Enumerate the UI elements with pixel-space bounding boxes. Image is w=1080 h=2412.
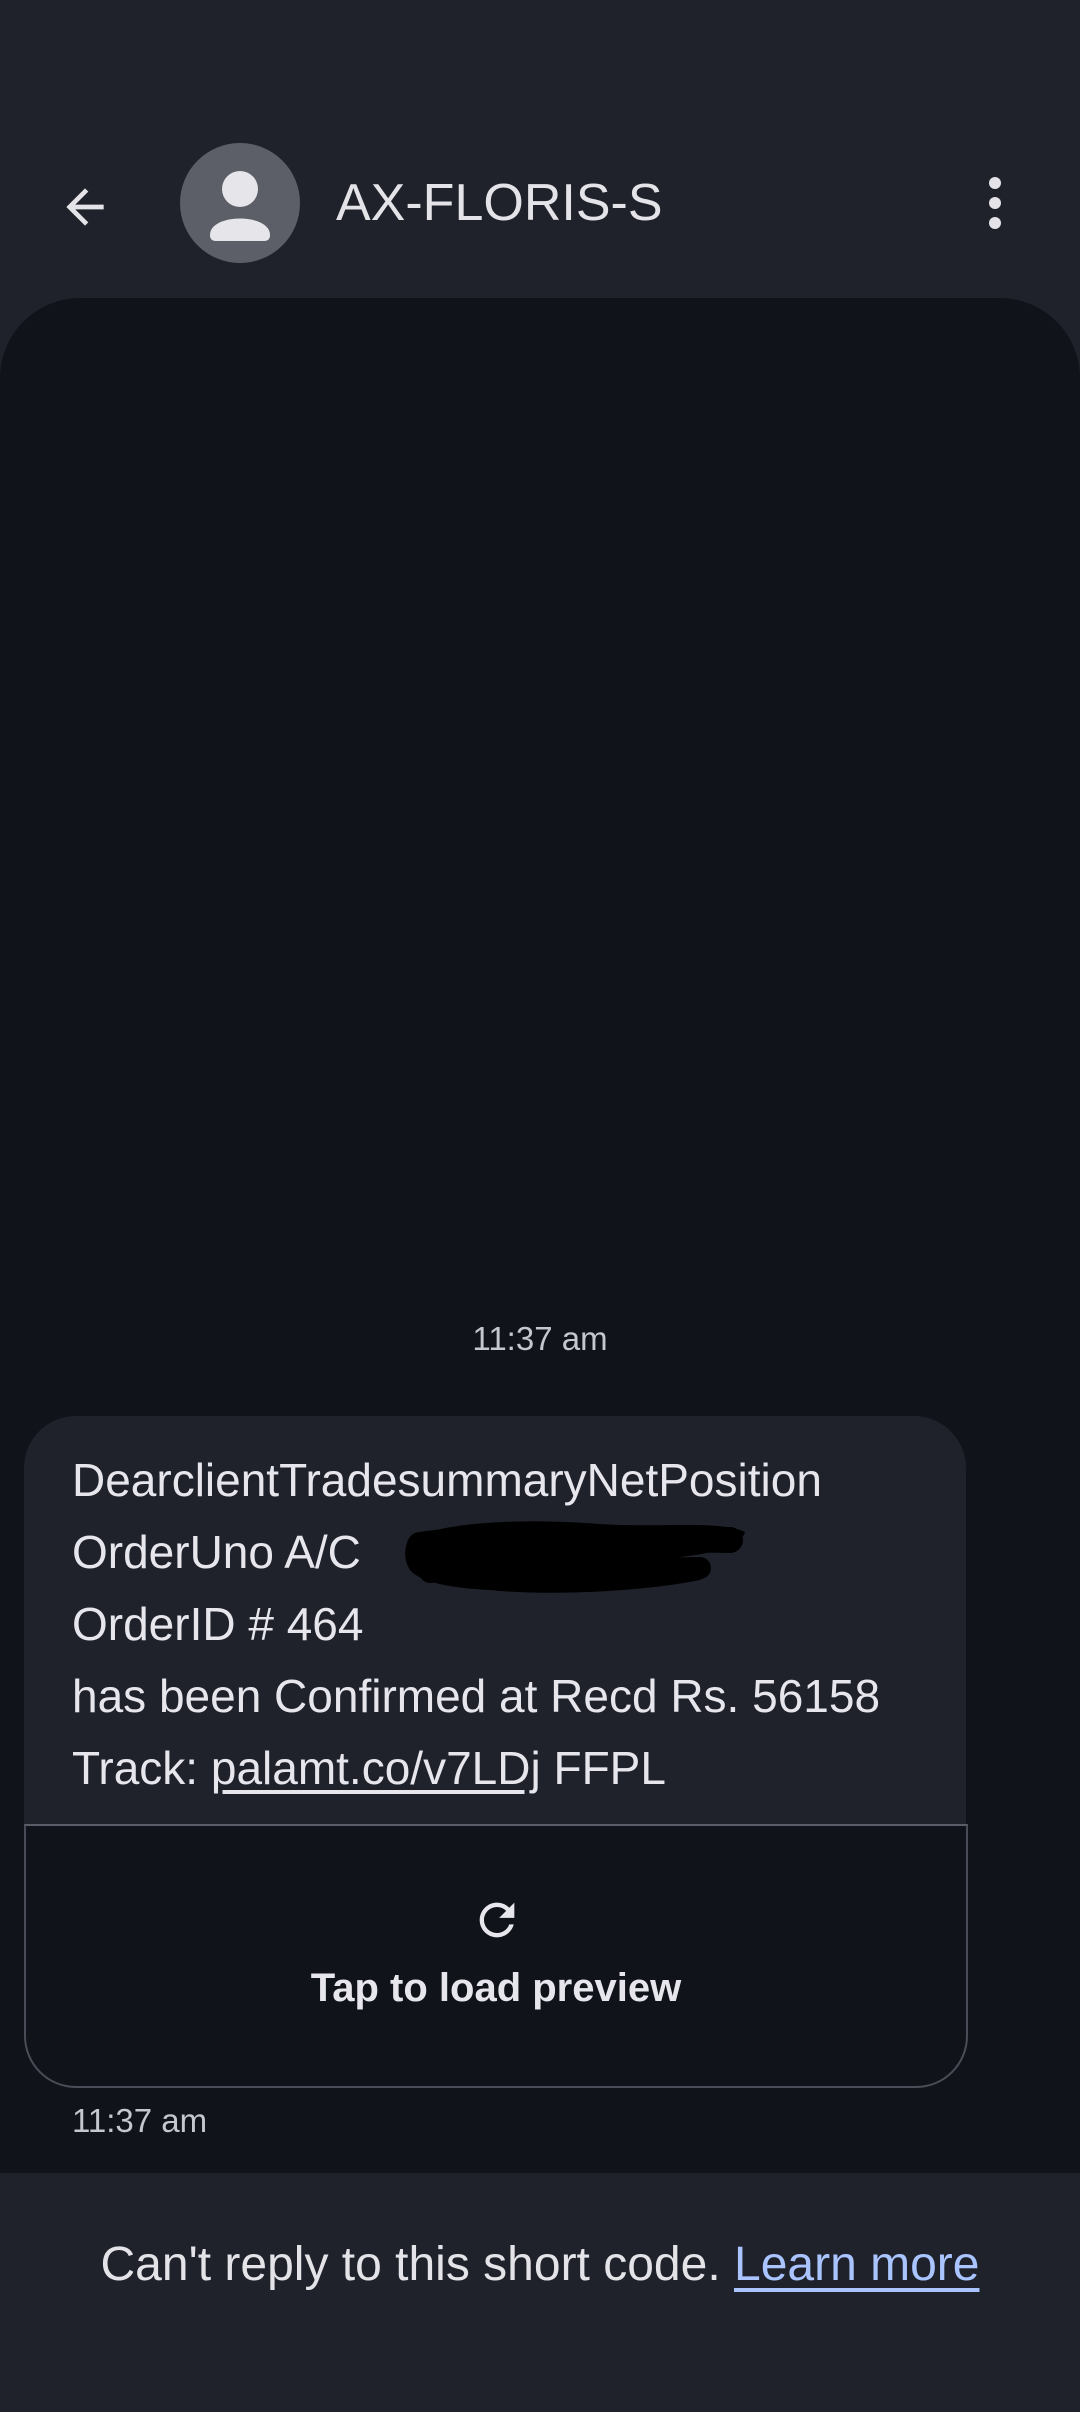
contact-name[interactable]: AX-FLORIS-S xyxy=(336,168,663,238)
message-line-4: has been Confirmed at Recd Rs. 56158 xyxy=(72,1670,881,1722)
message-line-1: DearclientTradesummaryNetPosition xyxy=(72,1454,822,1506)
reply-footer: Can't reply to this short code. Learn mo… xyxy=(0,2173,1080,2412)
message-timestamp: 11:37 am xyxy=(72,2102,208,2139)
messaging-screen: AX-FLORIS-S 11:37 am DearclientTradesumm… xyxy=(0,0,1080,2412)
redaction-scribble xyxy=(405,1521,745,1593)
app-bar: AX-FLORIS-S xyxy=(0,0,1080,300)
track-prefix: Track: xyxy=(72,1742,211,1794)
timestamp-divider: 11:37 am xyxy=(472,1320,608,1357)
learn-more-link[interactable]: Learn more xyxy=(734,2238,979,2291)
arrow-back-icon xyxy=(66,188,104,226)
more-vert-icon xyxy=(989,177,1001,229)
cannot-reply-notice: Can't reply to this short code. Learn mo… xyxy=(0,2237,1080,2292)
track-suffix: FFPL xyxy=(540,1742,666,1794)
tap-to-load-preview-label: Tap to load preview xyxy=(310,1966,682,2010)
message-line-5: Track: palamt.co/v7LDj FFPL xyxy=(72,1732,942,1804)
cannot-reply-text: Can't reply to this short code. xyxy=(100,2238,721,2291)
link-preview-card[interactable]: Tap to load preview xyxy=(24,1824,968,2088)
avatar[interactable] xyxy=(180,143,300,263)
person-icon xyxy=(210,171,270,241)
more-options-button[interactable] xyxy=(950,158,1040,248)
back-button[interactable] xyxy=(40,162,130,252)
message-text: DearclientTradesummaryNetPosition OrderU… xyxy=(72,1444,942,1804)
message-link[interactable]: palamt.co/v7LDj xyxy=(211,1742,541,1794)
refresh-icon xyxy=(479,1902,515,1938)
